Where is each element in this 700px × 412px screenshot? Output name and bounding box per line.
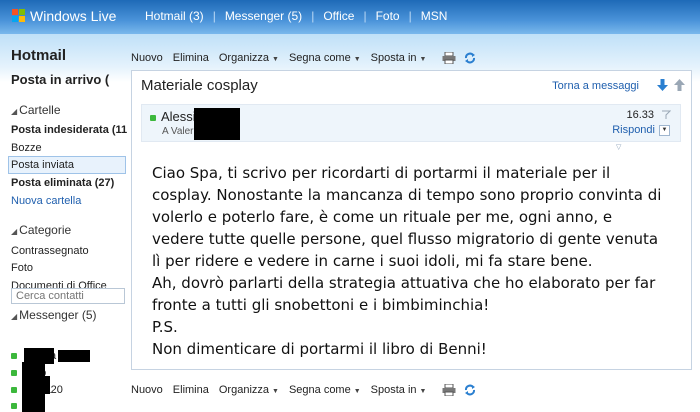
message-panel: Materiale cosplay Torna a messaggi Aless… bbox=[131, 70, 692, 370]
online-status-icon bbox=[11, 403, 17, 410]
sidebar-item-drafts[interactable]: Bozze bbox=[11, 142, 42, 154]
print-icon[interactable] bbox=[442, 52, 456, 64]
next-message-arrow-icon[interactable] bbox=[657, 79, 668, 94]
message-toolbar-top: Nuovo Elimina Organizza ▼ Segna come ▼ Spo… bbox=[131, 49, 691, 67]
move-to-menu[interactable]: Sposta in ▼ bbox=[371, 52, 427, 64]
body-line: fronte a tutti gli snobettoni e i bimbim… bbox=[152, 296, 490, 314]
nav-msn[interactable]: MSN bbox=[412, 9, 457, 23]
caret-down-icon: ▼ bbox=[272, 56, 279, 63]
online-status-icon bbox=[11, 370, 17, 377]
redaction-block bbox=[22, 362, 45, 412]
delete-button[interactable]: Elimina bbox=[173, 52, 209, 64]
redaction-block bbox=[58, 350, 90, 362]
refresh-icon[interactable] bbox=[464, 384, 476, 396]
message-body: Ciao Spa, ti scrivo per ricordarti di po… bbox=[152, 162, 682, 360]
messenger-section[interactable]: ◢ Messenger (5) bbox=[11, 308, 97, 322]
flag-icon[interactable] bbox=[661, 110, 672, 123]
refresh-icon[interactable] bbox=[464, 52, 476, 64]
message-time: 16.33 bbox=[626, 109, 654, 121]
online-status-icon bbox=[150, 114, 156, 121]
nav-foto[interactable]: Foto bbox=[367, 9, 409, 23]
organize-menu[interactable]: Organizza ▼ bbox=[219, 384, 279, 396]
nav-office[interactable]: Office bbox=[314, 9, 363, 23]
organize-menu[interactable]: Organizza ▼ bbox=[219, 52, 279, 64]
caret-down-icon: ▼ bbox=[419, 56, 427, 63]
sidebar-item-deleted[interactable]: Posta eliminata (27) bbox=[11, 177, 114, 189]
sidebar-item-photos[interactable]: Foto bbox=[11, 262, 33, 274]
reply-options-dropdown[interactable]: ▼ bbox=[659, 124, 670, 136]
body-line: Ah, dovrò parlarti della strategia attua… bbox=[152, 274, 656, 292]
back-to-messages-link[interactable]: Torna a messaggi bbox=[552, 80, 639, 92]
caret-down-icon: ▼ bbox=[272, 388, 279, 395]
sidebar-item-sent[interactable]: Posta inviata bbox=[11, 159, 74, 171]
redaction-block bbox=[44, 376, 50, 394]
hotmail-title[interactable]: Hotmail bbox=[11, 47, 66, 64]
body-line: Ciao Spa, ti scrivo per ricordarti di po… bbox=[152, 164, 611, 182]
move-to-menu[interactable]: Sposta in ▼ bbox=[371, 384, 427, 396]
online-status-icon bbox=[11, 353, 17, 360]
caret-down-icon: ▼ bbox=[353, 388, 361, 395]
previous-message-arrow-icon[interactable] bbox=[674, 79, 685, 94]
categories-title: Categorie bbox=[19, 223, 72, 237]
body-line: cosplay. Nonostante la mancanza di tempo… bbox=[152, 186, 662, 204]
collapse-triangle-icon: ◢ bbox=[11, 227, 18, 236]
categories-section[interactable]: ◢ Categorie bbox=[11, 223, 71, 237]
expand-header-chevron-icon[interactable]: ▽ bbox=[616, 143, 621, 151]
top-nav: Hotmail (3) | Messenger (5) | Office | Foto… bbox=[136, 9, 456, 23]
windows-live-logo[interactable]: Windows Live bbox=[12, 8, 116, 24]
body-line: lì per ridere e vedere in carne i suoi i… bbox=[152, 252, 593, 270]
messenger-title: Messenger (5) bbox=[19, 308, 97, 322]
mark-as-menu[interactable]: Segna come ▼ bbox=[289, 52, 361, 64]
collapse-triangle-icon: ◢ bbox=[11, 312, 18, 321]
caret-down-icon: ▼ bbox=[353, 56, 361, 63]
body-line: volerlo e poterlo fare, è come un ritual… bbox=[152, 208, 613, 226]
folders-section[interactable]: ◢ Cartelle bbox=[11, 103, 61, 117]
body-line: Non dimenticare di portarmi il libro di … bbox=[152, 340, 487, 358]
new-button[interactable]: Nuovo bbox=[131, 52, 163, 64]
sidebar-item-junk[interactable]: Posta indesiderata (11 bbox=[11, 124, 127, 136]
body-line: P.S. bbox=[152, 318, 178, 336]
mark-as-menu[interactable]: Segna come ▼ bbox=[289, 384, 361, 396]
online-status-icon bbox=[11, 387, 17, 394]
redaction-block bbox=[194, 108, 240, 140]
sidebar-item-flagged[interactable]: Contrassegnato bbox=[11, 245, 89, 257]
caret-down-icon: ▼ bbox=[419, 388, 427, 395]
body-line: vedere tutte quelle persone, quel flusso… bbox=[152, 230, 659, 248]
search-contacts-input[interactable] bbox=[11, 288, 125, 304]
sidebar-item-inbox[interactable]: Posta in arrivo ( bbox=[11, 72, 109, 87]
message-subject: Materiale cosplay bbox=[141, 77, 258, 94]
folders-title: Cartelle bbox=[19, 103, 61, 117]
new-folder-link[interactable]: Nuova cartella bbox=[11, 195, 81, 207]
logo-text: Windows Live bbox=[30, 8, 117, 24]
message-toolbar-bottom: Nuovo Elimina Organizza ▼ Segna come ▼ Spo… bbox=[131, 381, 691, 399]
message-header: Alessia A Valeria 16.33 Rispondi ▼ bbox=[141, 104, 681, 142]
delete-button[interactable]: Elimina bbox=[173, 384, 209, 396]
print-icon[interactable] bbox=[442, 384, 456, 396]
windows-flag-icon bbox=[12, 9, 26, 23]
nav-messenger[interactable]: Messenger (5) bbox=[216, 9, 311, 23]
top-bar: Windows Live Hotmail (3) | Messenger (5) |… bbox=[0, 0, 700, 34]
reply-button[interactable]: Rispondi ▼ bbox=[612, 124, 670, 136]
message-nav bbox=[657, 79, 685, 94]
new-button[interactable]: Nuovo bbox=[131, 384, 163, 396]
collapse-triangle-icon: ◢ bbox=[11, 107, 18, 116]
nav-hotmail[interactable]: Hotmail (3) bbox=[136, 9, 213, 23]
